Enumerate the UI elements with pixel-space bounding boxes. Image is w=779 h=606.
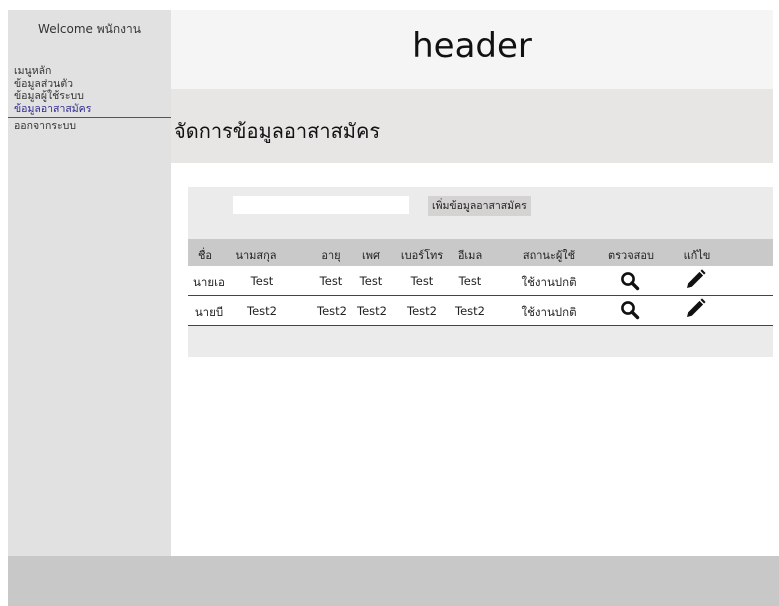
column-header-edit: แก้ไข [683,249,711,262]
page-title: จัดการข้อมูลอาสาสมัคร [174,119,381,143]
search-icon[interactable] [620,271,640,291]
search-input[interactable] [233,196,409,214]
column-header-status: สถานะผู้ใช้ [522,249,576,262]
welcome-text: Welcome พนักงาน [38,22,141,36]
sidebar-item-personal-info[interactable]: ข้อมูลส่วนตัว [14,78,171,91]
sidebar: Welcome พนักงาน เมนูหลัก ข้อมูลส่วนตัว ข… [8,10,171,556]
cell-gender: Test2 [357,304,387,318]
pencil-icon[interactable] [684,298,706,320]
sidebar-item-logout[interactable]: ออกจากระบบ [14,120,171,133]
column-header-surname: นามสกุล [235,249,277,262]
cell-surname: Test2 [247,304,277,318]
sidebar-menu: เมนูหลัก ข้อมูลส่วนตัว ข้อมูลผู้ใช้ระบบ … [8,65,171,133]
sidebar-item-main-menu[interactable]: เมนูหลัก [14,65,171,78]
column-header-phone: เบอร์โทร [400,249,444,262]
volunteer-panel: เพิ่มข้อมูลอาสาสมัคร ชื่อ นามสกุล อายุ เ… [188,187,773,357]
column-header-name: ชื่อ [197,249,213,262]
sidebar-item-volunteers[interactable]: ข้อมูลอาสาสมัคร [14,103,171,116]
cell-phone: Test2 [407,304,437,318]
cell-name: นายบี [194,305,224,319]
header-title: header [412,26,532,66]
title-band: จัดการข้อมูลอาสาสมัคร [171,89,773,163]
column-header-age: อายุ [321,249,341,262]
column-header-inspect: ตรวจสอบ [608,249,654,262]
table-row: นายบี Test2 Test2 Test2 Test2 Test2 ใช้ง… [188,296,773,326]
column-header-email: อีเมล [457,249,483,262]
cell-status: ใช้งานปกติ [521,305,577,319]
footer [8,556,779,606]
cell-surname: Test [250,274,274,288]
cell-age: Test [319,274,343,288]
search-icon[interactable] [620,300,640,320]
cell-age: Test2 [317,304,347,318]
table-header: ชื่อ นามสกุล อายุ เพศ เบอร์โทร อีเมล สถา… [188,239,773,266]
sidebar-item-system-users[interactable]: ข้อมูลผู้ใช้ระบบ [14,90,171,103]
cell-email: Test2 [455,304,485,318]
cell-phone: Test [410,274,434,288]
cell-status: ใช้งานปกติ [521,275,577,289]
column-header-gender: เพศ [362,249,380,262]
table-row: นายเอ Test Test Test Test Test ใช้งานปกต… [188,266,773,296]
cell-name: นายเอ [193,275,225,289]
pencil-icon[interactable] [684,269,706,291]
header: header [171,10,773,89]
add-volunteer-button[interactable]: เพิ่มข้อมูลอาสาสมัคร [428,196,531,216]
cell-email: Test [458,274,482,288]
menu-divider [8,117,171,118]
cell-gender: Test [359,274,383,288]
